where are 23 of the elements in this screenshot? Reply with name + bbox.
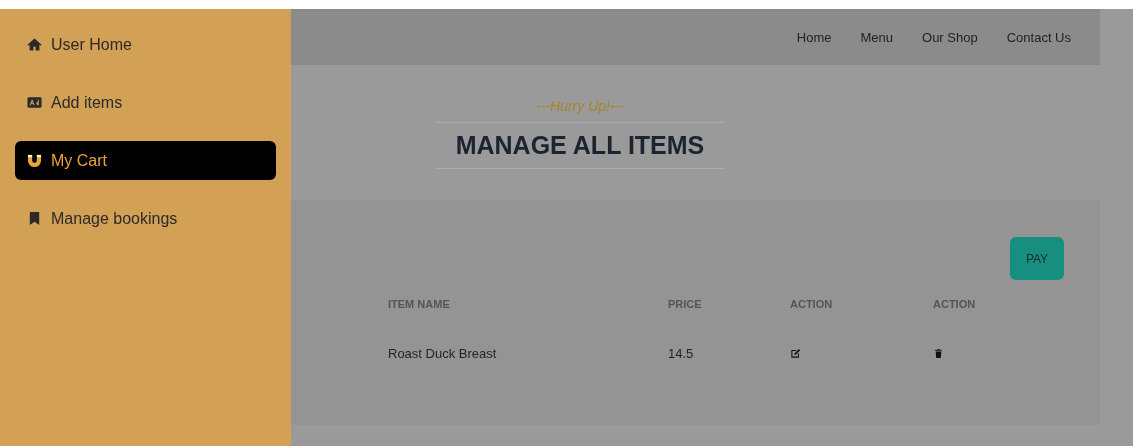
- column-header: ITEM NAME: [388, 298, 451, 310]
- table-cell-text: 14.5: [668, 346, 695, 361]
- magnet-icon: [27, 153, 42, 168]
- ad-icon: [27, 95, 42, 110]
- trash-icon[interactable]: [933, 348, 944, 359]
- nav-link[interactable]: Menu: [860, 29, 894, 45]
- nav-link[interactable]: Home: [796, 29, 832, 45]
- page-title: MANAGE ALL ITEMS: [435, 122, 725, 169]
- column-header: ACTION: [790, 298, 834, 310]
- sidebar-item[interactable]: User Home: [15, 25, 276, 64]
- sidebar-item[interactable]: Add items: [15, 83, 276, 122]
- pay-button[interactable]: PAY: [1010, 237, 1064, 280]
- column-header: ACTION: [933, 298, 977, 310]
- nav-link[interactable]: Our Shop: [922, 29, 978, 45]
- subtitle: ---Hurry Up!---: [536, 98, 624, 114]
- nav-link[interactable]: Contact Us: [1006, 29, 1071, 45]
- column-header: PRICE: [668, 298, 703, 310]
- table-cell-text: Roast Duck Breast: [388, 346, 498, 361]
- edit-icon[interactable]: [790, 348, 801, 359]
- home-icon: [27, 37, 42, 52]
- sidebar-item[interactable]: Manage bookings: [15, 199, 276, 238]
- sidebar-item[interactable]: My Cart: [15, 141, 276, 180]
- bookmark-icon: [27, 211, 42, 226]
